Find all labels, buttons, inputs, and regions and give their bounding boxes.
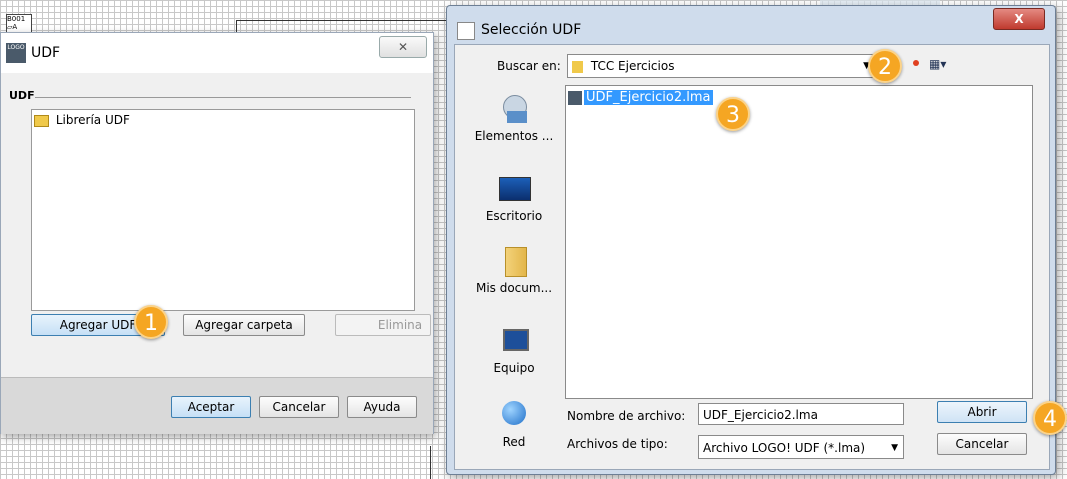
place-label: Elementos ... [474,129,554,143]
dialog-body: Buscar en: TCC Ejercicios ▼ ▦▾ Elementos… [454,44,1050,470]
connection-line [236,20,456,21]
logo-icon-text: LOGO [7,44,25,51]
file-dialog-title: Selección UDF [481,22,582,38]
recent-items-icon [497,95,531,125]
dialog-close-button[interactable]: X [993,8,1045,30]
dialog-app-icon [457,22,475,40]
udf-window: LOGO UDF ✕ UDF Librería UDF Agregar UDF … [0,32,434,434]
group-separator [35,97,411,98]
look-in-label: Buscar en: [497,59,561,73]
udf-group-label: UDF [9,89,35,102]
place-label: Equipo [493,361,535,375]
documents-folder-icon [497,247,531,277]
help-button[interactable]: Ayuda [347,396,417,418]
filetype-value: Archivo LOGO! UDF (*.lma) [703,441,866,455]
folder-icon [572,60,583,73]
chevron-down-icon: ▼ [891,443,898,453]
view-menu-icon[interactable]: ▦▾ [929,57,949,71]
filetype-label: Archivos de tipo: [567,437,668,451]
network-globe-icon [497,401,531,431]
udf-window-title: UDF [31,45,61,61]
place-network[interactable]: Red [469,401,559,449]
open-button[interactable]: Abrir [937,401,1027,423]
close-button[interactable]: ✕ [379,36,427,58]
place-documents[interactable]: Mis docum... [469,247,559,295]
function-block: B001 ▱A [6,14,32,34]
up-folder-icon[interactable] [913,60,919,66]
block-label: B001 [7,15,26,23]
tree-item-label: Librería UDF [55,113,130,127]
look-in-dropdown[interactable]: TCC Ejercicios ▼ [567,54,875,78]
computer-icon [497,327,531,357]
callout-badge: 1 [134,305,168,339]
logo-app-icon: LOGO [6,43,26,63]
add-folder-button[interactable]: Agregar carpeta [183,314,305,336]
delete-button[interactable]: Elimina [335,314,431,336]
place-recent[interactable]: Elementos ... [469,95,559,143]
folder-icon [34,114,49,127]
block-symbol: ▱A [7,23,18,31]
look-in-value: TCC Ejercicios [590,59,675,73]
place-label: Escritorio [485,209,543,223]
udf-title-bar: LOGO UDF ✕ [1,33,433,73]
desktop-icon [497,175,531,205]
close-icon: X [1014,12,1024,26]
place-label: Red [502,435,526,449]
filetype-select[interactable]: Archivo LOGO! UDF (*.lma) ▼ [698,435,904,459]
filename-input[interactable]: UDF_Ejercicio2.lma [698,403,904,425]
filename-label: Nombre de archivo: [567,409,686,423]
place-computer[interactable]: Equipo [469,327,559,375]
file-list[interactable]: UDF_Ejercicio2.lma [565,85,1033,399]
file-dialog: Selección UDF X Buscar en: TCC Ejercicio… [446,5,1056,475]
logo-file-icon [568,90,582,105]
close-icon: ✕ [397,40,409,54]
places-bar: Elementos ... Escritorio Mis docum... Eq… [469,85,559,465]
file-row[interactable]: UDF_Ejercicio2.lma [568,88,713,106]
filename-value: UDF_Ejercicio2.lma [703,408,818,422]
place-desktop[interactable]: Escritorio [469,175,559,223]
callout-badge: 3 [716,97,750,131]
place-label: Mis docum... [475,281,553,295]
callout-badge: 2 [868,49,902,83]
connection-line [430,446,431,479]
connection-line [236,20,237,32]
ok-button[interactable]: Aceptar [171,396,251,418]
file-name: UDF_Ejercicio2.lma [584,90,713,105]
udf-tree[interactable]: Librería UDF [31,109,415,311]
tree-item-udf-library[interactable]: Librería UDF [34,112,130,128]
cancel-button[interactable]: Cancelar [259,396,339,418]
callout-badge: 4 [1033,401,1067,435]
dialog-cancel-button[interactable]: Cancelar [937,433,1027,455]
